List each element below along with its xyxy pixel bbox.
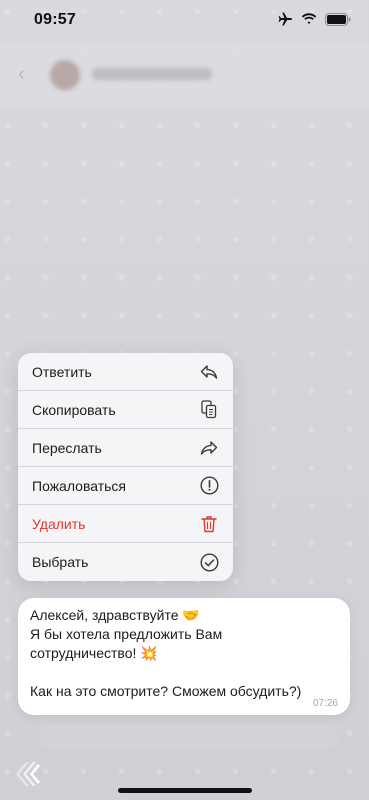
wifi-icon — [301, 13, 317, 25]
status-bar: 09:57 — [0, 0, 369, 44]
message-context-menu: Ответить Скопировать Переслать Пожаловат… — [18, 353, 233, 581]
message-text: Алексей, здравствуйте 🤝 Я бы хотела пред… — [30, 606, 338, 701]
message-timestamp: 07:26 — [312, 698, 338, 709]
report-icon — [199, 476, 219, 496]
menu-item-forward[interactable]: Переслать — [18, 429, 233, 467]
reply-icon — [199, 362, 219, 382]
message-line: сотрудничество! 💥 — [30, 645, 158, 661]
menu-item-label: Скопировать — [32, 401, 116, 418]
status-icons — [277, 12, 351, 26]
contact-name-blurred — [92, 68, 212, 80]
message-line: Как на это смотрите? Сможем обсудить?) — [30, 683, 302, 699]
menu-item-select[interactable]: Выбрать — [18, 543, 233, 581]
menu-item-label: Переслать — [32, 439, 102, 456]
trash-icon — [199, 514, 219, 534]
message-line: Алексей, здравствуйте 🤝 — [30, 607, 200, 623]
menu-item-reply[interactable]: Ответить — [18, 353, 233, 391]
home-indicator[interactable] — [117, 788, 252, 793]
copy-icon — [199, 400, 219, 420]
menu-item-report[interactable]: Пожаловаться — [18, 467, 233, 505]
status-time: 09:57 — [34, 11, 76, 28]
message-line — [30, 663, 338, 682]
menu-item-delete[interactable]: Удалить — [18, 505, 233, 543]
message-input-blurred — [40, 724, 339, 750]
menu-item-label: Ответить — [32, 363, 92, 380]
menu-item-label: Выбрать — [32, 554, 89, 570]
menu-item-copy[interactable]: Скопировать — [18, 391, 233, 429]
menu-item-label: Удалить — [32, 515, 86, 532]
battery-icon — [325, 12, 351, 26]
avatar-blurred — [50, 60, 80, 90]
message-bubble[interactable]: Алексей, здравствуйте 🤝 Я бы хотела пред… — [18, 598, 350, 715]
airplane-icon — [277, 12, 293, 26]
select-check-icon — [199, 552, 219, 572]
back-chevron-icon-blurred: ‹ — [18, 63, 25, 85]
forward-icon — [199, 438, 219, 458]
menu-item-label: Пожаловаться — [32, 477, 127, 494]
message-line: Я бы хотела предложить Вам — [30, 626, 223, 642]
app-logo-icon — [12, 756, 44, 788]
